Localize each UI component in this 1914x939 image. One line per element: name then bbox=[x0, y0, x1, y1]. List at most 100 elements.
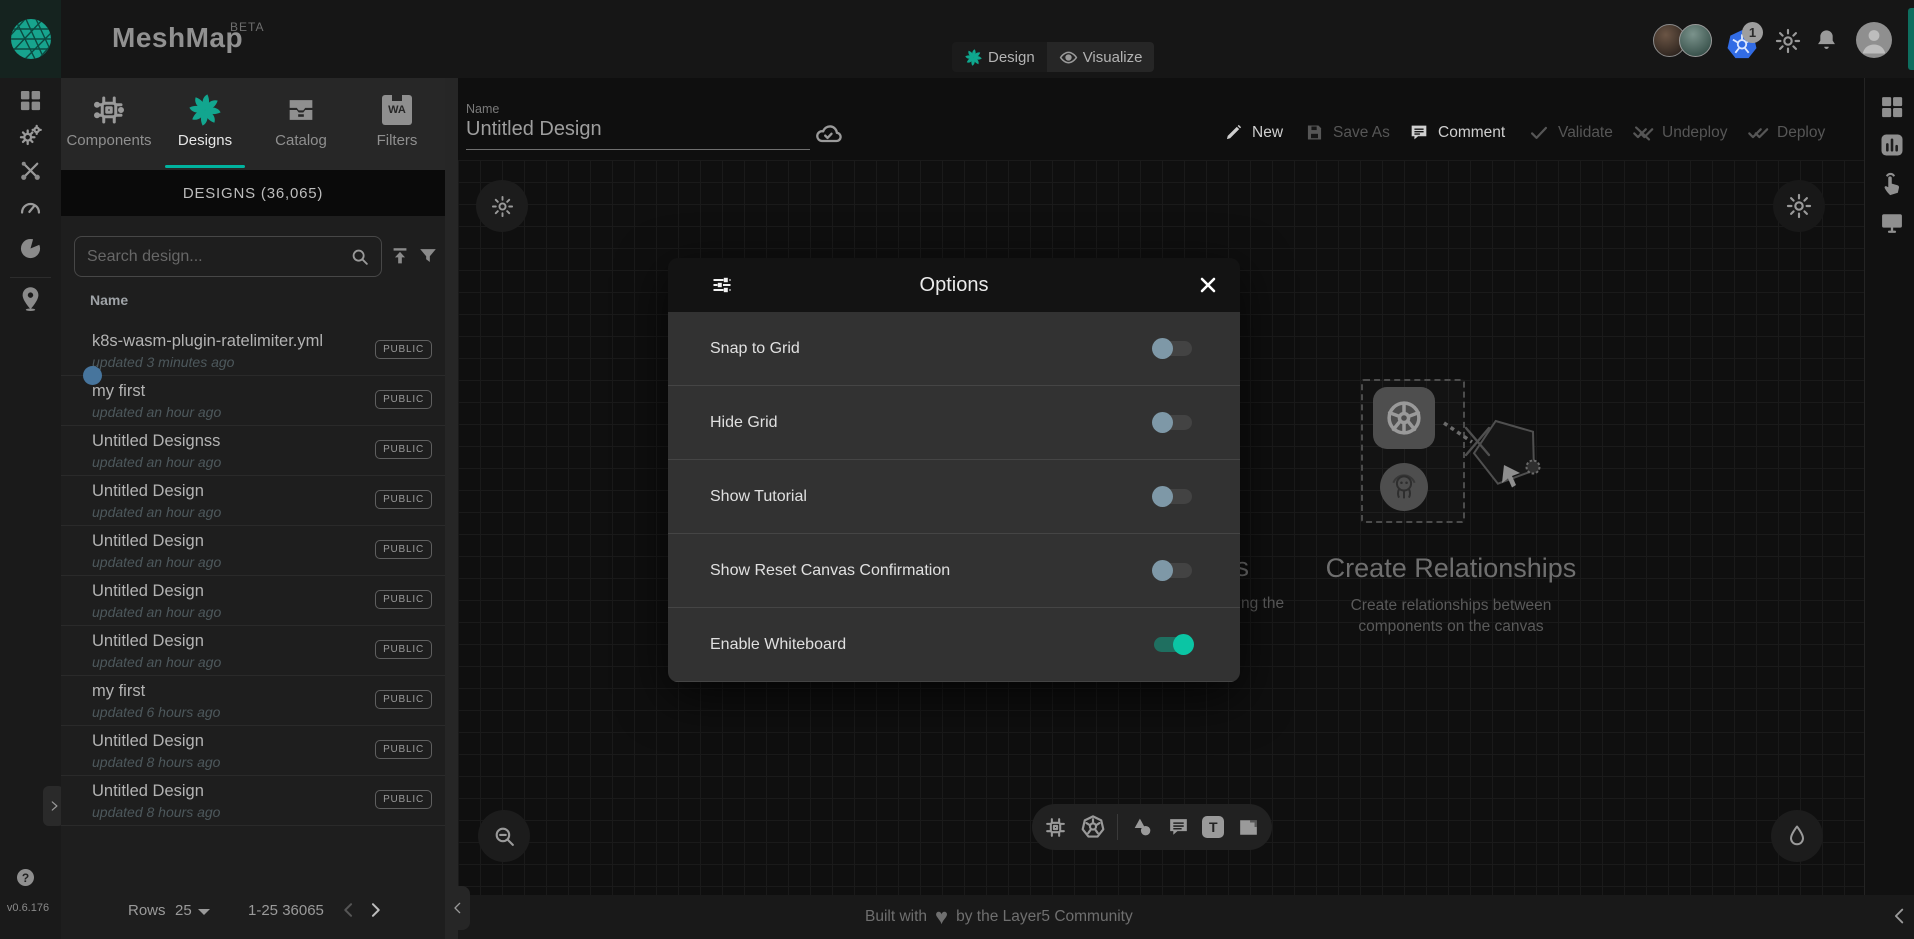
new-design-label: New bbox=[1252, 124, 1283, 142]
design-name-label: Name bbox=[466, 102, 499, 116]
catalog-drawer-icon bbox=[284, 92, 318, 128]
panel-tabs: Components Designs bbox=[61, 78, 445, 170]
validate-button[interactable]: Validate bbox=[1528, 122, 1613, 144]
dashboard-icon[interactable] bbox=[17, 87, 44, 114]
design-name: my first bbox=[92, 382, 145, 401]
configuration-tools-icon[interactable] bbox=[17, 157, 44, 184]
show-tutorial-toggle[interactable] bbox=[1154, 489, 1192, 504]
design-name-input[interactable] bbox=[466, 118, 810, 150]
rows-per-page-value[interactable]: 25 bbox=[175, 902, 192, 919]
design-updated-time: updated an hour ago bbox=[92, 454, 221, 470]
design-list-item[interactable]: Untitled Design updated an hour ago PUBL… bbox=[61, 626, 445, 676]
column-header-name: Name bbox=[90, 292, 128, 308]
chevron-right-icon bbox=[47, 799, 61, 813]
mesh-pie-icon[interactable] bbox=[17, 235, 44, 262]
notifications-bell-icon[interactable] bbox=[1813, 27, 1840, 54]
deploy-button[interactable]: Deploy bbox=[1747, 122, 1825, 144]
canvas-config-gear-fab[interactable] bbox=[1773, 180, 1825, 232]
tab-catalog-label: Catalog bbox=[275, 132, 327, 149]
previous-page-button[interactable] bbox=[339, 900, 359, 920]
dock-kubernetes-icon[interactable] bbox=[1080, 814, 1106, 840]
tab-designs[interactable]: Designs bbox=[157, 78, 253, 170]
meshmap-pin-icon[interactable] bbox=[17, 285, 44, 312]
rail-divider bbox=[10, 277, 51, 278]
close-icon[interactable] bbox=[1196, 273, 1220, 297]
visualize-mode-button[interactable]: Visualize bbox=[1047, 42, 1155, 72]
design-mode-button[interactable]: Design bbox=[952, 42, 1047, 72]
design-spiral-icon bbox=[964, 48, 983, 67]
help-button[interactable]: ? bbox=[17, 869, 34, 886]
design-list-item[interactable]: Untitled Design updated 8 hours ago PUBL… bbox=[61, 726, 445, 776]
pencil-icon bbox=[1223, 122, 1244, 143]
design-list-item[interactable]: my first updated an hour ago PUBLIC bbox=[61, 376, 445, 426]
canvas-settings-fab[interactable] bbox=[476, 180, 528, 232]
touch-gesture-icon[interactable] bbox=[1878, 170, 1906, 198]
kubernetes-node-icon bbox=[1373, 387, 1435, 449]
footer-text-after: by the Layer5 Community bbox=[956, 908, 1133, 926]
option-row-show-reset-confirmation: Show Reset Canvas Confirmation bbox=[668, 534, 1240, 608]
panel-collapse-button[interactable] bbox=[445, 886, 470, 930]
dock-components-icon[interactable] bbox=[1043, 815, 1068, 840]
design-list-item[interactable]: Untitled Design updated 8 hours ago PUBL… bbox=[61, 776, 445, 826]
hide-grid-label: Hide Grid bbox=[710, 414, 778, 432]
user-avatar[interactable] bbox=[1856, 22, 1892, 58]
tab-filters-label: Filters bbox=[377, 132, 418, 149]
design-name: Untitled Design bbox=[92, 532, 204, 551]
deploy-label: Deploy bbox=[1777, 124, 1825, 142]
collaborator-avatar-2[interactable] bbox=[1679, 24, 1712, 57]
upload-design-icon[interactable] bbox=[389, 245, 411, 267]
design-list-item[interactable]: Untitled Designss updated an hour ago PU… bbox=[61, 426, 445, 476]
dock-text-tool-icon[interactable]: T bbox=[1202, 816, 1224, 838]
dock-shapes-icon[interactable] bbox=[1130, 815, 1155, 840]
wasm-filters-icon: WA bbox=[382, 92, 412, 128]
whiteboard-drop-fab[interactable] bbox=[1771, 810, 1823, 862]
design-name: Untitled Design bbox=[92, 632, 204, 651]
create-relationships-title: Create Relationships bbox=[1301, 553, 1601, 584]
dock-comment-icon[interactable] bbox=[1166, 815, 1191, 840]
screen-share-icon[interactable] bbox=[1878, 209, 1906, 237]
next-page-button[interactable] bbox=[365, 900, 385, 920]
tab-filters[interactable]: WA Filters bbox=[349, 78, 445, 170]
right-tool-strip bbox=[1864, 78, 1914, 895]
undeploy-button[interactable]: Undeploy bbox=[1632, 122, 1728, 144]
meshmap-app: MeshMap BETA Design bbox=[0, 0, 1914, 939]
design-list-item[interactable]: Untitled Design updated an hour ago PUBL… bbox=[61, 526, 445, 576]
layer5-logo[interactable] bbox=[0, 0, 61, 78]
tab-catalog[interactable]: Catalog bbox=[253, 78, 349, 170]
right-drawer-collapse-button[interactable] bbox=[1889, 905, 1911, 927]
widgets-grid-icon[interactable] bbox=[1878, 93, 1906, 121]
hide-grid-toggle[interactable] bbox=[1154, 415, 1192, 430]
design-list-item[interactable]: my first updated 6 hours ago PUBLIC bbox=[61, 676, 445, 726]
rows-per-page-caret-icon[interactable] bbox=[198, 909, 210, 915]
zoom-out-fab[interactable] bbox=[478, 810, 530, 862]
dock-media-icon[interactable] bbox=[1236, 815, 1261, 840]
chevron-right-icon bbox=[365, 900, 385, 920]
filter-funnel-icon[interactable] bbox=[417, 245, 439, 267]
dock-divider bbox=[1117, 814, 1118, 840]
beta-badge: BETA bbox=[230, 20, 264, 34]
design-updated-time: updated 3 minutes ago bbox=[92, 354, 234, 370]
tab-components[interactable]: Components bbox=[61, 78, 157, 170]
comment-button[interactable]: Comment bbox=[1408, 122, 1505, 144]
heart-icon: ♥ bbox=[935, 906, 948, 928]
search-input[interactable] bbox=[75, 248, 349, 266]
footer-text-before: Built with bbox=[865, 908, 927, 926]
chart-panel-icon[interactable] bbox=[1878, 131, 1906, 159]
cloud-saved-icon bbox=[814, 120, 842, 148]
new-design-button[interactable]: New bbox=[1223, 122, 1283, 143]
design-list-item[interactable]: Untitled Design updated an hour ago PUBL… bbox=[61, 476, 445, 526]
show-reset-confirmation-toggle[interactable] bbox=[1154, 563, 1192, 578]
enable-whiteboard-toggle[interactable] bbox=[1154, 637, 1192, 652]
snap-to-grid-toggle[interactable] bbox=[1154, 341, 1192, 356]
design-list-item[interactable]: k8s-wasm-plugin-ratelimiter.yml updated … bbox=[61, 326, 445, 376]
settings-gear-icon[interactable] bbox=[1775, 28, 1801, 54]
lifecycle-gears-icon[interactable] bbox=[17, 122, 44, 149]
section-title-bar: DESIGNS (36,065) bbox=[61, 170, 445, 216]
drawer-resize-strip[interactable] bbox=[445, 78, 458, 939]
performance-gauge-icon[interactable] bbox=[17, 195, 44, 222]
design-list-item[interactable]: Untitled Design updated an hour ago PUBL… bbox=[61, 576, 445, 626]
design-name: Untitled Design bbox=[92, 732, 204, 751]
design-name: Untitled Design bbox=[92, 482, 204, 501]
save-as-button[interactable]: Save As bbox=[1304, 122, 1390, 143]
footer-credit: Built with ♥ by the Layer5 Community bbox=[865, 895, 1133, 939]
